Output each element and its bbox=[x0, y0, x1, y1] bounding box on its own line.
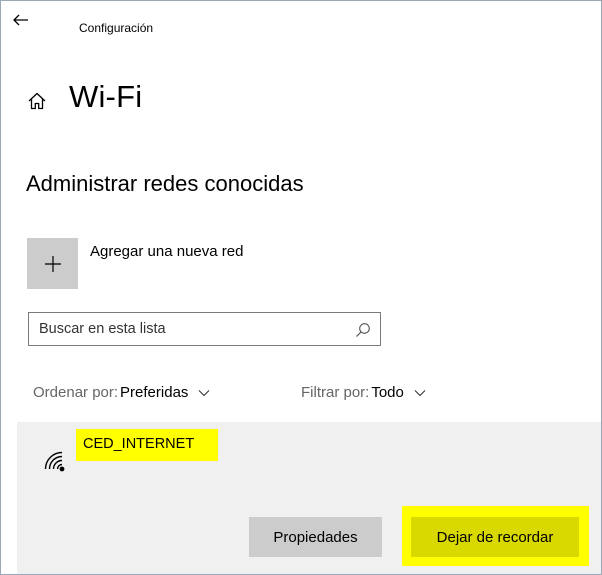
filter-label: Filtrar por: bbox=[301, 384, 370, 401]
page-title: Wi-Fi bbox=[69, 79, 143, 114]
settings-window: Configuración Wi-Fi Administrar redes co… bbox=[0, 0, 602, 575]
sort-dropdown[interactable]: Ordenar por: Preferidas bbox=[33, 384, 210, 401]
sort-label: Ordenar por: bbox=[33, 384, 119, 401]
title-bar: Configuración bbox=[1, 1, 601, 41]
search-input[interactable] bbox=[29, 313, 339, 345]
filter-value: Todo bbox=[371, 384, 404, 401]
back-button[interactable] bbox=[7, 9, 35, 31]
filter-dropdown[interactable]: Filtrar por: Todo bbox=[301, 384, 426, 401]
wifi-icon bbox=[44, 451, 65, 472]
network-name: CED_INTERNET bbox=[76, 429, 219, 461]
search-box bbox=[28, 312, 381, 346]
sort-value: Preferidas bbox=[120, 384, 189, 401]
chevron-down-icon bbox=[414, 389, 426, 396]
arrow-left-icon bbox=[13, 14, 28, 26]
plus-icon bbox=[44, 255, 61, 272]
home-icon[interactable] bbox=[27, 91, 47, 111]
forget-network-button[interactable]: Dejar de recordar bbox=[411, 517, 579, 557]
search-icon[interactable] bbox=[355, 322, 371, 338]
app-title: Configuración bbox=[79, 21, 154, 35]
section-heading: Administrar redes conocidas bbox=[26, 171, 304, 196]
add-network-button[interactable] bbox=[27, 238, 78, 289]
properties-button[interactable]: Propiedades bbox=[249, 517, 382, 557]
add-network-label[interactable]: Agregar una nueva red bbox=[90, 243, 243, 260]
chevron-down-icon bbox=[199, 389, 210, 396]
